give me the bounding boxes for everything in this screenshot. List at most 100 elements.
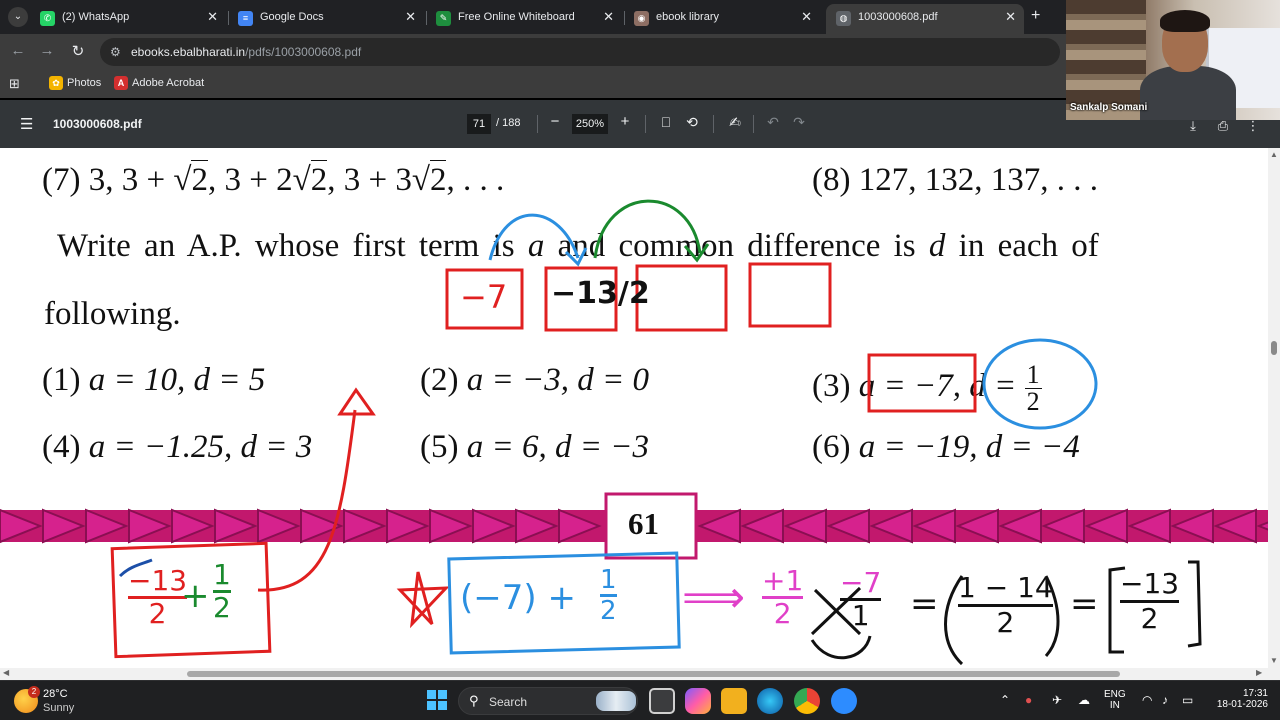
tab-ebook-library[interactable]: ◉ ebook library ✕	[624, 4, 820, 34]
handwritten-fraction: 1 2	[600, 566, 617, 625]
blue-arrow-arc	[488, 213, 580, 261]
fraction-denominator: 2	[996, 606, 1015, 639]
handwritten-equals: =	[1070, 584, 1099, 624]
region-code: IN	[1109, 700, 1120, 711]
handwritten-plus: +	[181, 576, 210, 616]
pen-tray-icon[interactable]: ✈	[1052, 693, 1062, 707]
fraction-numerator: −7	[840, 566, 882, 601]
forward-arrow-icon[interactable]: →	[37, 42, 57, 59]
weather-temperature[interactable]: 28°C	[43, 688, 68, 700]
download-icon[interactable]: ⤓	[1185, 118, 1201, 134]
scrollbar-thumb[interactable]	[187, 671, 1120, 677]
toolbar-divider	[753, 115, 754, 133]
zoom-level-input[interactable]: 250%	[572, 114, 608, 134]
taskbar-search[interactable]: ⚲ Search	[458, 687, 638, 715]
language-indicator[interactable]: ENG IN	[1104, 689, 1126, 711]
globe-icon: ◍	[836, 11, 851, 26]
zoom-out-icon[interactable]: −	[547, 113, 563, 130]
handwritten-expression: (−7) +	[460, 578, 576, 618]
search-icon: ⚲	[469, 693, 479, 708]
zoom-in-icon[interactable]: +	[617, 113, 633, 130]
undo-icon[interactable]: ↶	[765, 114, 781, 131]
recording-tray-icon[interactable]: ●	[1025, 693, 1032, 707]
annotate-pen-icon[interactable]: ✍	[727, 114, 743, 131]
bracket-right	[1187, 560, 1202, 648]
horizontal-scrollbar[interactable]: ◀ ▶	[0, 668, 1268, 680]
tab-label: 1003000608.pdf	[858, 11, 938, 23]
back-arrow-icon[interactable]: ←	[8, 42, 28, 59]
scroll-up-icon[interactable]: ▲	[1270, 150, 1278, 159]
tab-label: ebook library	[656, 11, 719, 23]
fit-page-icon[interactable]: ⎕	[658, 114, 674, 131]
chrome-browser-icon[interactable]	[794, 688, 820, 714]
vertical-scrollbar[interactable]: ▲ ▼	[1268, 148, 1280, 680]
weather-badge: 2	[28, 686, 40, 698]
term-box-4	[748, 262, 832, 328]
fraction-denominator: 2	[773, 597, 792, 630]
cross-loop	[810, 635, 872, 660]
task-view-icon[interactable]	[649, 688, 675, 714]
fraction-numerator: −13	[128, 564, 188, 599]
page-number-input[interactable]: 71	[467, 114, 491, 134]
print-icon[interactable]: ⎙	[1215, 118, 1231, 134]
page-total: / 188	[496, 117, 521, 129]
scrollbar-thumb[interactable]	[1271, 341, 1277, 355]
green-arrow-head	[683, 243, 710, 263]
red-arrow-line	[257, 409, 357, 592]
battery-icon[interactable]: ▭	[1182, 693, 1193, 707]
toolbar-divider	[713, 115, 714, 133]
bookmark-adobe-acrobat[interactable]: A Adobe Acrobat	[114, 76, 204, 90]
new-tab-plus-icon[interactable]: +	[1031, 7, 1040, 25]
webcam-overlay: Sankalp Somani	[1066, 0, 1280, 120]
highlight-a-box	[867, 353, 977, 413]
close-icon[interactable]: ✕	[207, 9, 218, 25]
close-icon[interactable]: ✕	[801, 9, 812, 25]
fraction-denominator: 2	[600, 596, 617, 626]
highlight-d-ellipse	[982, 338, 1098, 430]
volume-icon[interactable]: ♪	[1162, 693, 1168, 707]
zoom-app-icon[interactable]	[831, 688, 857, 714]
file-explorer-icon[interactable]	[721, 688, 747, 714]
tab-label: Google Docs	[260, 11, 324, 23]
tab-search-chevron-icon[interactable]: ⌄	[8, 7, 28, 27]
tab-google-docs[interactable]: ≡ Google Docs ✕	[228, 4, 424, 34]
handwritten-fraction: 1 2	[213, 560, 231, 623]
show-hidden-icons-chevron-icon[interactable]: ⌃	[1000, 693, 1010, 707]
wifi-icon[interactable]: ◠	[1142, 693, 1152, 707]
cloud-tray-icon[interactable]: ☁	[1078, 693, 1090, 707]
fraction-numerator: 1 − 14	[958, 572, 1053, 607]
more-options-icon[interactable]: ⋮	[1245, 118, 1261, 134]
fraction-denominator: 2	[213, 591, 231, 624]
hamburger-menu-icon[interactable]: ☰	[20, 115, 33, 133]
whatsapp-icon: ✆	[40, 11, 55, 26]
rotate-icon[interactable]: ⟲	[684, 114, 700, 131]
copilot-icon[interactable]	[685, 688, 711, 714]
clock[interactable]: 17:31 18-01-2026	[1208, 688, 1268, 710]
edge-browser-icon[interactable]	[757, 688, 783, 714]
search-highlight-image	[596, 691, 636, 711]
handwritten-fraction: 1 − 14 2	[958, 572, 1053, 639]
toolbar-divider	[537, 115, 538, 133]
reload-icon[interactable]: ↻	[68, 42, 88, 60]
fraction-denominator: 1	[851, 599, 870, 632]
tab-pdf-active[interactable]: ◍ 1003000608.pdf ✕	[826, 4, 1024, 34]
photos-icon: ✿	[49, 76, 63, 90]
scroll-down-icon[interactable]: ▼	[1270, 656, 1278, 665]
weather-condition[interactable]: Sunny	[43, 702, 74, 714]
site-info-icon[interactable]: ⚙	[110, 45, 124, 59]
address-bar[interactable]: ⚙ ebooks.ebalbharati.in/pdfs/1003000608.…	[100, 38, 1060, 66]
close-icon[interactable]: ✕	[405, 9, 416, 25]
tab-whiteboard[interactable]: ✎ Free Online Whiteboard ✕	[426, 4, 622, 34]
tab-whatsapp[interactable]: ✆ (2) WhatsApp ✕	[30, 4, 226, 34]
bookmark-photos[interactable]: ✿ Photos	[49, 76, 101, 90]
scroll-right-icon[interactable]: ▶	[1256, 668, 1262, 677]
redo-icon[interactable]: ↷	[791, 114, 807, 131]
pdf-page[interactable]: 61 (7) 3, 3 + √2, 3 + 2√2, 3 + 3√2, . . …	[0, 148, 1268, 680]
close-icon[interactable]: ✕	[1005, 9, 1016, 25]
close-icon[interactable]: ✕	[603, 9, 614, 25]
red-star-mark	[396, 571, 450, 629]
windows-start-icon[interactable]	[427, 690, 447, 710]
apps-grid-icon[interactable]: ⊞	[9, 76, 20, 92]
scroll-left-icon[interactable]: ◀	[3, 668, 9, 677]
url-host: ebooks.ebalbharati.in	[131, 45, 246, 59]
